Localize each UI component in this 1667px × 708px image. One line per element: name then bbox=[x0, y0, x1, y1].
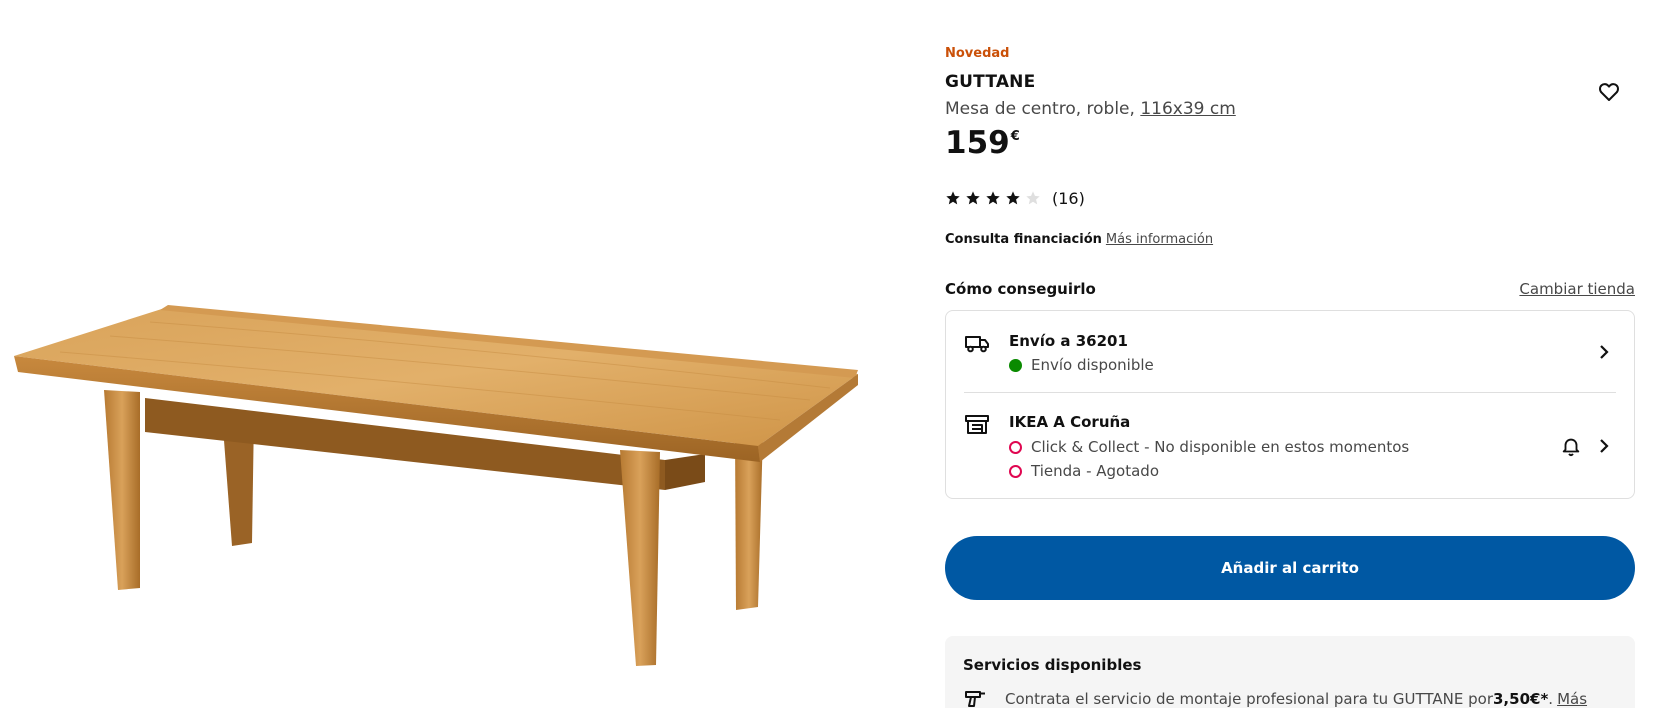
click-collect-status-text: Click & Collect - No disponible en estos… bbox=[1031, 438, 1410, 456]
store-option[interactable]: IKEA A Coruña Click & Collect - No dispo… bbox=[946, 393, 1634, 499]
available-dot bbox=[1009, 358, 1022, 372]
assembly-punctuation: . bbox=[1548, 690, 1554, 708]
assembly-more-link[interactable]: Más bbox=[1557, 690, 1587, 708]
financing-info: Consulta financiación Más información bbox=[945, 232, 1213, 247]
bell-icon[interactable] bbox=[1560, 435, 1582, 457]
product-name: GUTTANE bbox=[945, 72, 1036, 92]
product-description-text: Mesa de centro, roble, bbox=[945, 99, 1141, 119]
coffee-table-illustration bbox=[14, 305, 858, 666]
product-image[interactable] bbox=[0, 0, 880, 708]
star-filled-icon bbox=[986, 191, 1000, 205]
delivery-title: Envío a 36201 bbox=[1009, 332, 1128, 350]
how-to-get-heading: Cómo conseguirlo bbox=[945, 280, 1096, 298]
star-filled-icon bbox=[966, 191, 980, 205]
unavailable-dot bbox=[1009, 440, 1022, 454]
store-title: IKEA A Coruña bbox=[1009, 413, 1131, 431]
delivery-status: Envío disponible bbox=[1009, 356, 1154, 374]
change-store-link[interactable]: Cambiar tienda bbox=[1519, 280, 1635, 298]
in-store-status: Tienda - Agotado bbox=[1009, 462, 1159, 480]
in-store-status-text: Tienda - Agotado bbox=[1031, 462, 1159, 480]
assembly-price: 3,50€* bbox=[1493, 690, 1549, 708]
favourite-button[interactable] bbox=[1597, 80, 1621, 104]
chevron-right-icon bbox=[1600, 345, 1609, 359]
store-icon bbox=[965, 415, 989, 434]
price-amount: 159 bbox=[945, 125, 1010, 161]
star-empty-icon bbox=[1026, 191, 1040, 205]
assembly-service: Contrata el servicio de montaje profesio… bbox=[963, 689, 1587, 708]
add-to-cart-button[interactable]: Añadir al carrito bbox=[945, 536, 1635, 600]
product-price: 159€ bbox=[945, 128, 1020, 159]
product-info-panel: Novedad GUTTANE Mesa de centro, roble, 1… bbox=[945, 0, 1635, 708]
product-description: Mesa de centro, roble, 116x39 cm bbox=[945, 99, 1236, 119]
rating-count: (16) bbox=[1052, 188, 1085, 208]
truck-icon bbox=[965, 336, 989, 353]
chevron-right-icon bbox=[1600, 439, 1609, 453]
size-link[interactable]: 116x39 cm bbox=[1140, 99, 1235, 119]
services-panel: Servicios disponibles Contrata el servic… bbox=[945, 636, 1635, 708]
heart-icon bbox=[1599, 83, 1619, 101]
star-filled-icon bbox=[946, 191, 960, 205]
star-filled-icon bbox=[1006, 191, 1020, 205]
delivery-status-text: Envío disponible bbox=[1031, 356, 1154, 374]
click-collect-status: Click & Collect - No disponible en estos… bbox=[1009, 438, 1409, 456]
drill-icon bbox=[965, 691, 985, 707]
new-badge: Novedad bbox=[945, 46, 1010, 61]
delivery-option[interactable]: Envío a 36201 Envío disponible bbox=[946, 311, 1634, 392]
more-info-link[interactable]: Más información bbox=[1106, 232, 1213, 247]
services-heading: Servicios disponibles bbox=[963, 656, 1142, 674]
rating-stars bbox=[945, 190, 1041, 206]
availability-box: Envío a 36201 Envío disponible IKEA A Co… bbox=[945, 310, 1635, 499]
unavailable-dot bbox=[1009, 464, 1022, 478]
product-rating[interactable]: (16) bbox=[945, 188, 1085, 208]
price-currency: € bbox=[1010, 129, 1020, 144]
financing-label: Consulta financiación bbox=[945, 232, 1102, 247]
assembly-text: Contrata el servicio de montaje profesio… bbox=[1005, 690, 1493, 708]
